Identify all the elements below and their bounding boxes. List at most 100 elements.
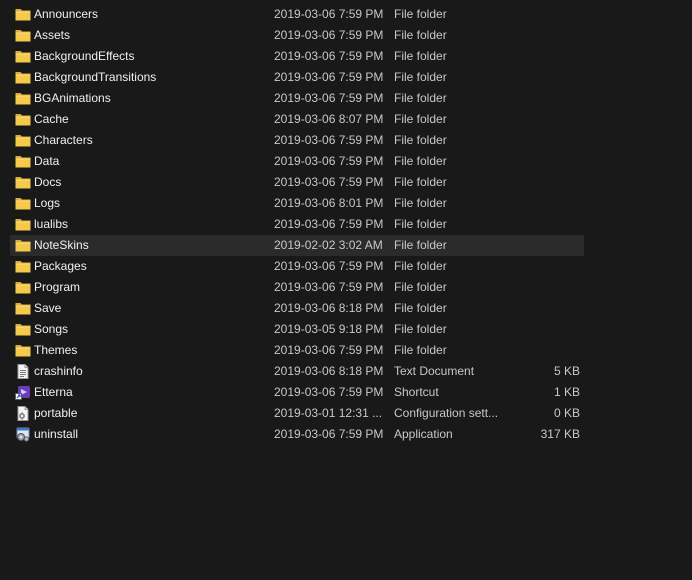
file-row-logs[interactable]: Logs 2019-03-06 8:01 PM File folder [10,193,584,214]
file-row-data[interactable]: Data 2019-03-06 7:59 PM File folder [10,151,584,172]
file-type: File folder [394,154,447,168]
file-name: BGAnimations [34,91,111,105]
file-type: File folder [394,70,447,84]
file-name: Data [34,154,60,168]
file-row-crashinfo[interactable]: crashinfo 2019-03-06 8:18 PM Text Document… [10,361,584,382]
file-name: Logs [34,196,61,210]
file-row-themes[interactable]: Themes 2019-03-06 7:59 PM File folder [10,340,584,361]
file-name: crashinfo [34,364,83,378]
file-row-portable[interactable]: portable 2019-03-01 12:31 ... Configuratio… [10,403,584,424]
file-row-bganimations[interactable]: BGAnimations 2019-03-06 7:59 PM File folde… [10,88,584,109]
file-type: File folder [394,238,447,252]
file-date-modified: 2019-03-06 7:59 PM [274,91,384,105]
file-name: Themes [34,343,78,357]
file-row-songs[interactable]: Songs 2019-03-05 9:18 PM File folder [10,319,584,340]
file-row-lualibs[interactable]: lualibs 2019-03-06 7:59 PM File folder [10,214,584,235]
file-date-modified: 2019-03-01 12:31 ... [274,406,383,420]
config-file-icon [15,406,31,421]
file-row-docs[interactable]: Docs 2019-03-06 7:59 PM File folder [10,172,584,193]
folder-icon [15,133,31,148]
file-row-assets[interactable]: Assets 2019-03-06 7:59 PM File folder [10,25,584,46]
file-type: Shortcut [394,385,439,399]
folder-icon [15,280,31,295]
folder-icon [15,196,31,211]
folder-icon [15,322,31,337]
file-date-modified: 2019-03-06 8:18 PM [274,364,384,378]
file-name: Cache [34,112,69,126]
file-type: File folder [394,175,447,189]
file-explorer-window: Announcers 2019-03-06 7:59 PM File folder A… [0,0,692,580]
file-row-characters[interactable]: Characters 2019-03-06 7:59 PM File folder [10,130,584,151]
file-name: NoteSkins [34,238,89,252]
file-row-cache[interactable]: Cache 2019-03-06 8:07 PM File folder [10,109,584,130]
application-icon [15,427,31,442]
file-name: Announcers [34,7,99,21]
file-row-backgroundtransitions[interactable]: BackgroundTransitions 2019-03-06 7:59 PM F… [10,67,584,88]
file-date-modified: 2019-03-06 7:59 PM [274,280,384,294]
text-document-icon [15,364,31,379]
file-type: File folder [394,301,447,315]
file-row-packages[interactable]: Packages 2019-03-06 7:59 PM File folder [10,256,584,277]
file-name: BackgroundEffects [34,49,135,63]
file-type: File folder [394,49,447,63]
folder-icon [15,259,31,274]
file-type: Configuration sett... [394,406,499,420]
file-type: Application [394,427,453,441]
file-row-backgroundeffects[interactable]: BackgroundEffects 2019-03-06 7:59 PM File … [10,46,584,67]
file-date-modified: 2019-03-06 7:59 PM [274,133,384,147]
file-date-modified: 2019-03-06 8:18 PM [274,301,384,315]
folder-icon [15,91,31,106]
file-date-modified: 2019-03-06 7:59 PM [274,385,384,399]
file-row-save[interactable]: Save 2019-03-06 8:18 PM File folder [10,298,584,319]
folder-icon [15,28,31,43]
file-type: File folder [394,343,447,357]
folder-icon [15,301,31,316]
file-row-program[interactable]: Program 2019-03-06 7:59 PM File folder [10,277,584,298]
file-row-etterna[interactable]: Etterna 2019-03-06 7:59 PM Shortcut 1 KB [10,382,584,403]
file-list: Announcers 2019-03-06 7:59 PM File folder A… [10,4,584,445]
file-row-uninstall[interactable]: uninstall 2019-03-06 7:59 PM Application 31… [10,424,584,445]
file-type: File folder [394,91,447,105]
file-date-modified: 2019-03-06 7:59 PM [274,28,384,42]
file-name: Packages [34,259,87,273]
file-name: Songs [34,322,69,336]
file-date-modified: 2019-03-06 7:59 PM [274,70,384,84]
file-name: lualibs [34,217,69,231]
folder-icon [15,49,31,64]
file-name: Save [34,301,62,315]
file-name: Etterna [34,385,73,399]
file-size: 317 KB [540,427,580,441]
file-name: Program [34,280,81,294]
file-size: 5 KB [553,364,580,378]
file-row-announcers[interactable]: Announcers 2019-03-06 7:59 PM File folder [10,4,584,25]
file-date-modified: 2019-03-06 7:59 PM [274,175,384,189]
file-date-modified: 2019-03-05 9:18 PM [274,322,384,336]
folder-icon [15,112,31,127]
file-size: 1 KB [553,385,580,399]
folder-icon [15,238,31,253]
file-type: File folder [394,196,447,210]
file-date-modified: 2019-03-06 7:59 PM [274,49,384,63]
file-date-modified: 2019-03-06 7:59 PM [274,343,384,357]
file-size: 0 KB [553,406,580,420]
file-date-modified: 2019-03-06 8:01 PM [274,196,384,210]
file-type: File folder [394,28,447,42]
file-type: File folder [394,7,447,21]
file-type: File folder [394,322,447,336]
file-name: Characters [34,133,93,147]
file-type: File folder [394,280,447,294]
file-date-modified: 2019-03-06 7:59 PM [274,217,384,231]
folder-icon [15,343,31,358]
shortcut-icon [15,385,31,400]
file-date-modified: 2019-03-06 7:59 PM [274,154,384,168]
file-name: portable [34,406,78,420]
file-date-modified: 2019-03-06 7:59 PM [274,7,384,21]
folder-icon [15,70,31,85]
file-type: File folder [394,217,447,231]
file-row-noteskins[interactable]: NoteSkins 2019-02-02 3:02 AM File folder [10,235,584,256]
file-name: uninstall [34,427,79,441]
file-date-modified: 2019-03-06 7:59 PM [274,259,384,273]
file-date-modified: 2019-03-06 7:59 PM [274,427,384,441]
file-type: File folder [394,133,447,147]
file-date-modified: 2019-02-02 3:02 AM [274,238,383,252]
